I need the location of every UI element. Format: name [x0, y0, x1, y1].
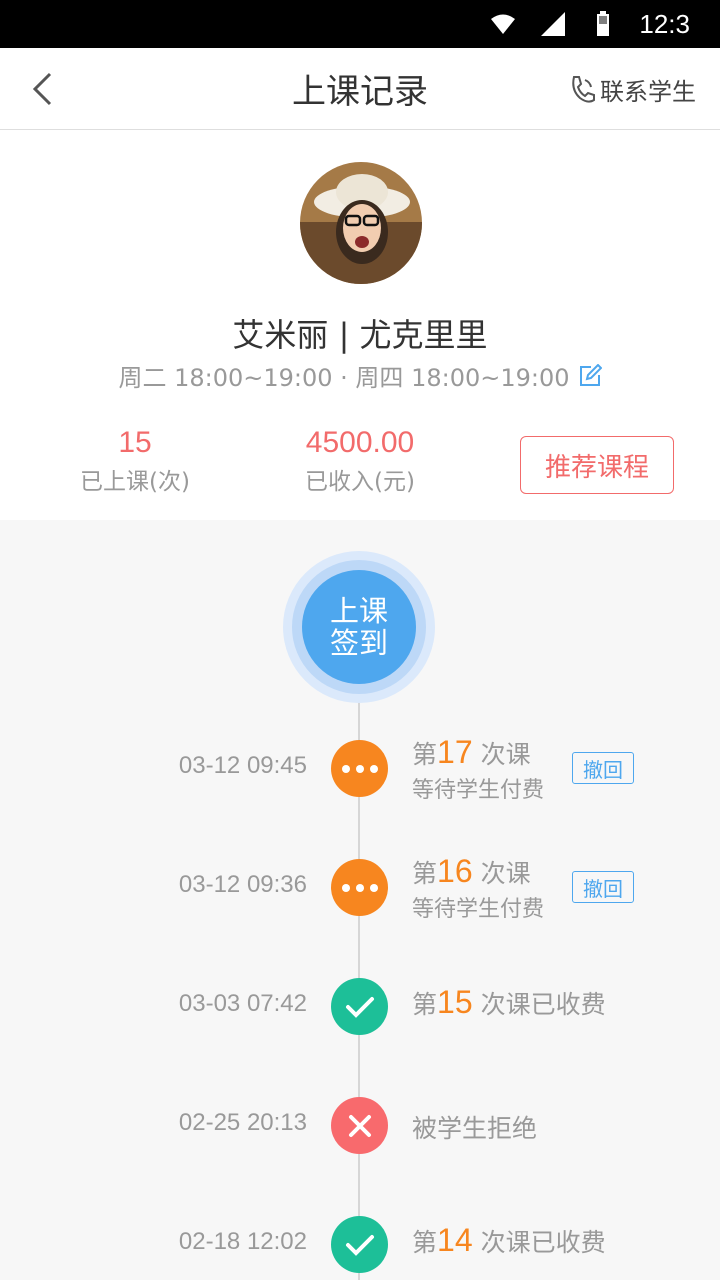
schedule-row: 周二 18:00~19:00 · 周四 18:00~19:00: [0, 358, 720, 393]
page-title: 上课记录: [292, 72, 428, 112]
contact-student-button[interactable]: 联系学生: [568, 66, 696, 112]
recommend-course-button[interactable]: 推荐课程: [520, 436, 674, 494]
back-button[interactable]: [22, 66, 62, 112]
record-subtitle: 等待学生付费: [412, 897, 545, 922]
pending-status-icon: [331, 740, 388, 797]
record-title: 被学生拒绝: [412, 1114, 538, 1143]
signal-icon: [541, 12, 566, 36]
profile-section: 艾米丽 | 尤克里里 周二 18:00~19:00 · 周四 18:00~19:…: [0, 130, 720, 520]
revoke-button[interactable]: 撤回: [572, 752, 634, 784]
status-bar: 12:3: [0, 0, 720, 48]
status-time: 12:3: [639, 8, 690, 39]
stat-income-label: 已收入(元): [305, 469, 415, 495]
record-date: 03-03 07:42: [178, 990, 307, 1017]
record-number: 15: [437, 984, 473, 1020]
record-item[interactable]: 02-18 12:02 第14 次课已收费: [0, 1214, 720, 1274]
battery-icon: [597, 11, 610, 36]
stat-classes-value: 15: [118, 426, 152, 459]
stat-income: 4500.00 已收入(元): [280, 426, 440, 496]
avatar[interactable]: [300, 162, 422, 284]
record-date: 02-25 20:13: [178, 1109, 307, 1136]
edit-icon[interactable]: [578, 363, 602, 388]
stat-classes-label: 已上课(次): [80, 469, 190, 495]
checkin-button[interactable]: 上课 签到: [302, 570, 416, 684]
record-date: 02-18 12:02: [178, 1228, 307, 1255]
wifi-icon: [491, 14, 516, 34]
record-item[interactable]: 03-12 09:45 第17 次课 等待学生付费 撤回: [0, 734, 720, 803]
back-arrow-icon: [32, 72, 52, 106]
stat-income-value: 4500.00: [305, 426, 415, 459]
pending-status-icon: [331, 859, 388, 916]
check-icon: [331, 1216, 388, 1273]
revoke-button[interactable]: 撤回: [572, 871, 634, 903]
record-title: 第16 次课: [412, 853, 531, 889]
record-date: 03-12 09:45: [178, 752, 307, 779]
contact-student-label: 联系学生: [600, 77, 696, 106]
record-number: 16: [437, 853, 473, 889]
nav-bar: 上课记录 联系学生: [0, 48, 720, 130]
record-title: 第17 次课: [412, 734, 531, 770]
class-timeline: 上课 签到 03-12 09:45 第17 次课 等待学生付费 撤回 03-12…: [0, 520, 720, 1280]
record-title: 第14 次课已收费: [412, 1222, 606, 1258]
record-title: 第15 次课已收费: [412, 984, 606, 1020]
phone-icon: [572, 76, 595, 103]
checkin-line2: 签到: [329, 626, 388, 660]
record-number: 17: [437, 734, 473, 770]
checkin-line1: 上课: [329, 594, 388, 628]
record-subtitle: 等待学生付费: [412, 778, 545, 803]
record-number: 14: [437, 1222, 473, 1258]
record-item[interactable]: 02-25 20:13 被学生拒绝: [0, 1095, 720, 1155]
check-icon: [331, 978, 388, 1035]
close-icon: [331, 1097, 388, 1154]
record-item[interactable]: 03-12 09:36 第16 次课 等待学生付费 撤回: [0, 853, 720, 922]
stat-classes: 15 已上课(次): [70, 426, 200, 496]
record-item[interactable]: 03-03 07:42 第15 次课已收费: [0, 976, 720, 1036]
student-name: 艾米丽 | 尤克里里: [232, 316, 488, 354]
record-date: 03-12 09:36: [178, 871, 307, 898]
schedule-text: 周二 18:00~19:00 · 周四 18:00~19:00: [118, 364, 570, 392]
